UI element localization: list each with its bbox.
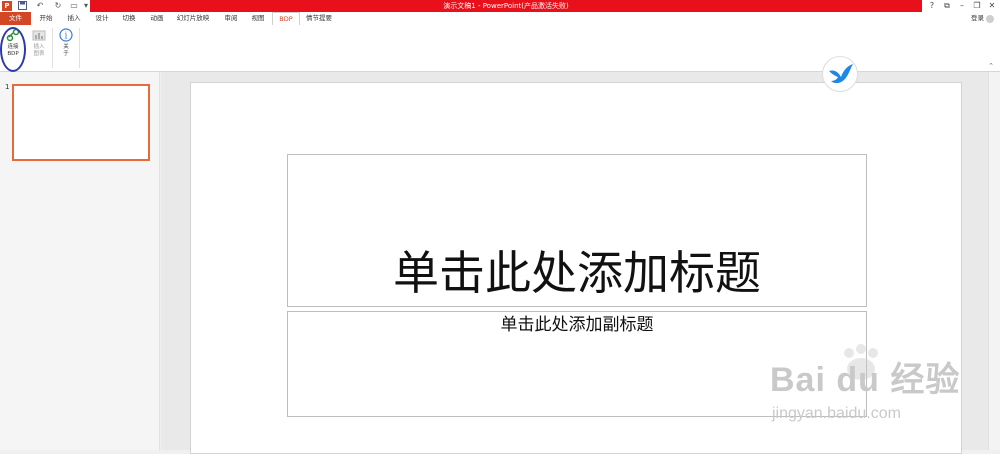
- watermark-url: jingyan.baidu.com: [772, 405, 901, 422]
- ribbon-display-options-icon[interactable]: ⧉: [940, 0, 954, 12]
- tab-review[interactable]: 审阅: [219, 12, 243, 25]
- svg-text:i: i: [65, 32, 68, 42]
- about-label-2: 于: [63, 51, 69, 57]
- tab-file[interactable]: 文件: [0, 12, 31, 25]
- tab-slideshow[interactable]: 幻灯片放映: [173, 12, 213, 25]
- collapse-ribbon-icon[interactable]: ⌃: [988, 62, 994, 70]
- help-icon[interactable]: ?: [925, 0, 939, 12]
- tab-animations[interactable]: 动画: [145, 12, 169, 25]
- bar-chart-icon: [32, 28, 46, 42]
- insert-chart-label-2: 图表: [33, 51, 45, 57]
- slide-thumbnail[interactable]: [12, 84, 150, 161]
- present-icon[interactable]: ▭: [68, 1, 80, 11]
- undo-icon[interactable]: ↶: [33, 1, 47, 11]
- bdp-bird-icon: [822, 56, 858, 92]
- slide-number: 1: [5, 83, 10, 91]
- window-title: 演示文稿1 - PowerPoint(产品激活失败): [90, 0, 922, 12]
- about-label-1: 关: [63, 44, 69, 50]
- about-button[interactable]: i 关 于: [53, 28, 79, 66]
- info-icon: i: [59, 28, 73, 42]
- tab-bdp[interactable]: BDP: [272, 12, 300, 25]
- minimize-icon[interactable]: –: [955, 0, 969, 12]
- tab-home[interactable]: 开始: [34, 12, 58, 25]
- tab-transitions[interactable]: 切换: [117, 12, 141, 25]
- insert-chart-label-1: 插入: [33, 44, 45, 50]
- tab-insert[interactable]: 插入: [62, 12, 86, 25]
- watermark-brand: Bai du 经验: [770, 361, 961, 399]
- tab-view[interactable]: 视图: [246, 12, 270, 25]
- powerpoint-logo-icon[interactable]: P: [2, 1, 12, 11]
- insert-chart-button[interactable]: 插入 图表: [26, 28, 52, 66]
- ribbon-separator: [79, 28, 80, 68]
- tab-design[interactable]: 设计: [90, 12, 114, 25]
- title-placeholder[interactable]: 单击此处添加标题: [287, 244, 867, 302]
- qat-customize-icon[interactable]: ▾: [82, 1, 90, 11]
- avatar[interactable]: [986, 15, 994, 23]
- login-link[interactable]: 登录: [971, 12, 984, 25]
- redo-icon[interactable]: ↻: [52, 1, 64, 11]
- tab-storyboard[interactable]: 情节提要: [303, 12, 335, 25]
- save-icon[interactable]: [17, 1, 27, 11]
- annotation-circle: [0, 27, 26, 72]
- close-icon[interactable]: ✕: [985, 0, 999, 12]
- maximize-icon[interactable]: ❐: [970, 0, 984, 12]
- subtitle-placeholder[interactable]: 单击此处添加副标题: [287, 313, 867, 337]
